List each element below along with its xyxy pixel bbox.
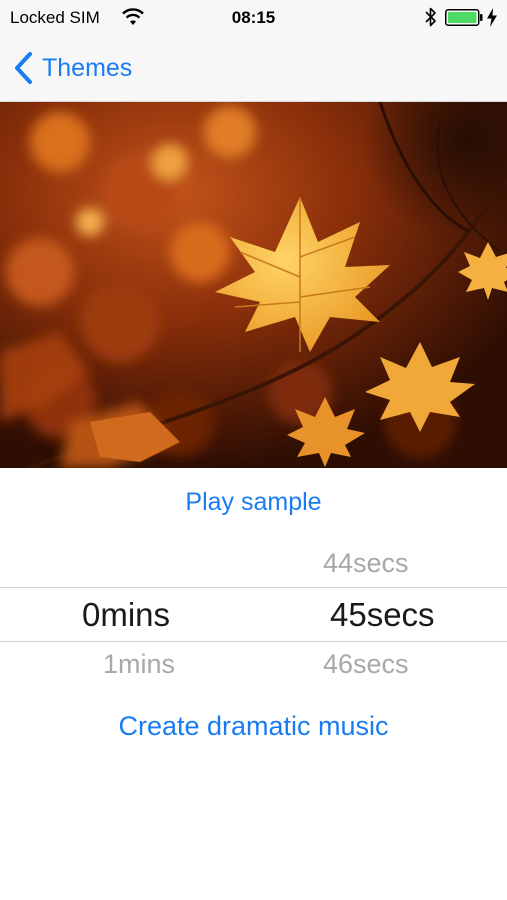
seconds-option-below[interactable]: 46secs — [323, 649, 409, 680]
picker-divider-top — [0, 587, 507, 588]
status-bar: Locked SIM 08:15 — [0, 0, 507, 36]
back-button[interactable]: Themes — [12, 50, 132, 86]
play-sample-button[interactable]: Play sample — [0, 488, 507, 517]
duration-picker[interactable]: 44secs 0mins 45secs 1mins 46secs — [0, 540, 507, 692]
navigation-bar: Themes — [0, 36, 507, 102]
bluetooth-icon — [425, 7, 436, 27]
theme-image — [0, 102, 507, 468]
battery-icon — [445, 9, 483, 26]
seconds-option-above[interactable]: 44secs — [323, 548, 409, 579]
minutes-option-below[interactable]: 1mins — [103, 649, 175, 680]
picker-divider-bottom — [0, 641, 507, 642]
create-music-button[interactable]: Create dramatic music — [0, 711, 507, 742]
chevron-left-icon — [15, 52, 32, 84]
autumn-leaves-photo — [0, 102, 507, 468]
seconds-selected[interactable]: 45secs — [330, 596, 435, 634]
back-button-label: Themes — [42, 53, 133, 82]
charging-bolt-icon — [487, 8, 497, 27]
minutes-selected[interactable]: 0mins — [82, 596, 170, 634]
